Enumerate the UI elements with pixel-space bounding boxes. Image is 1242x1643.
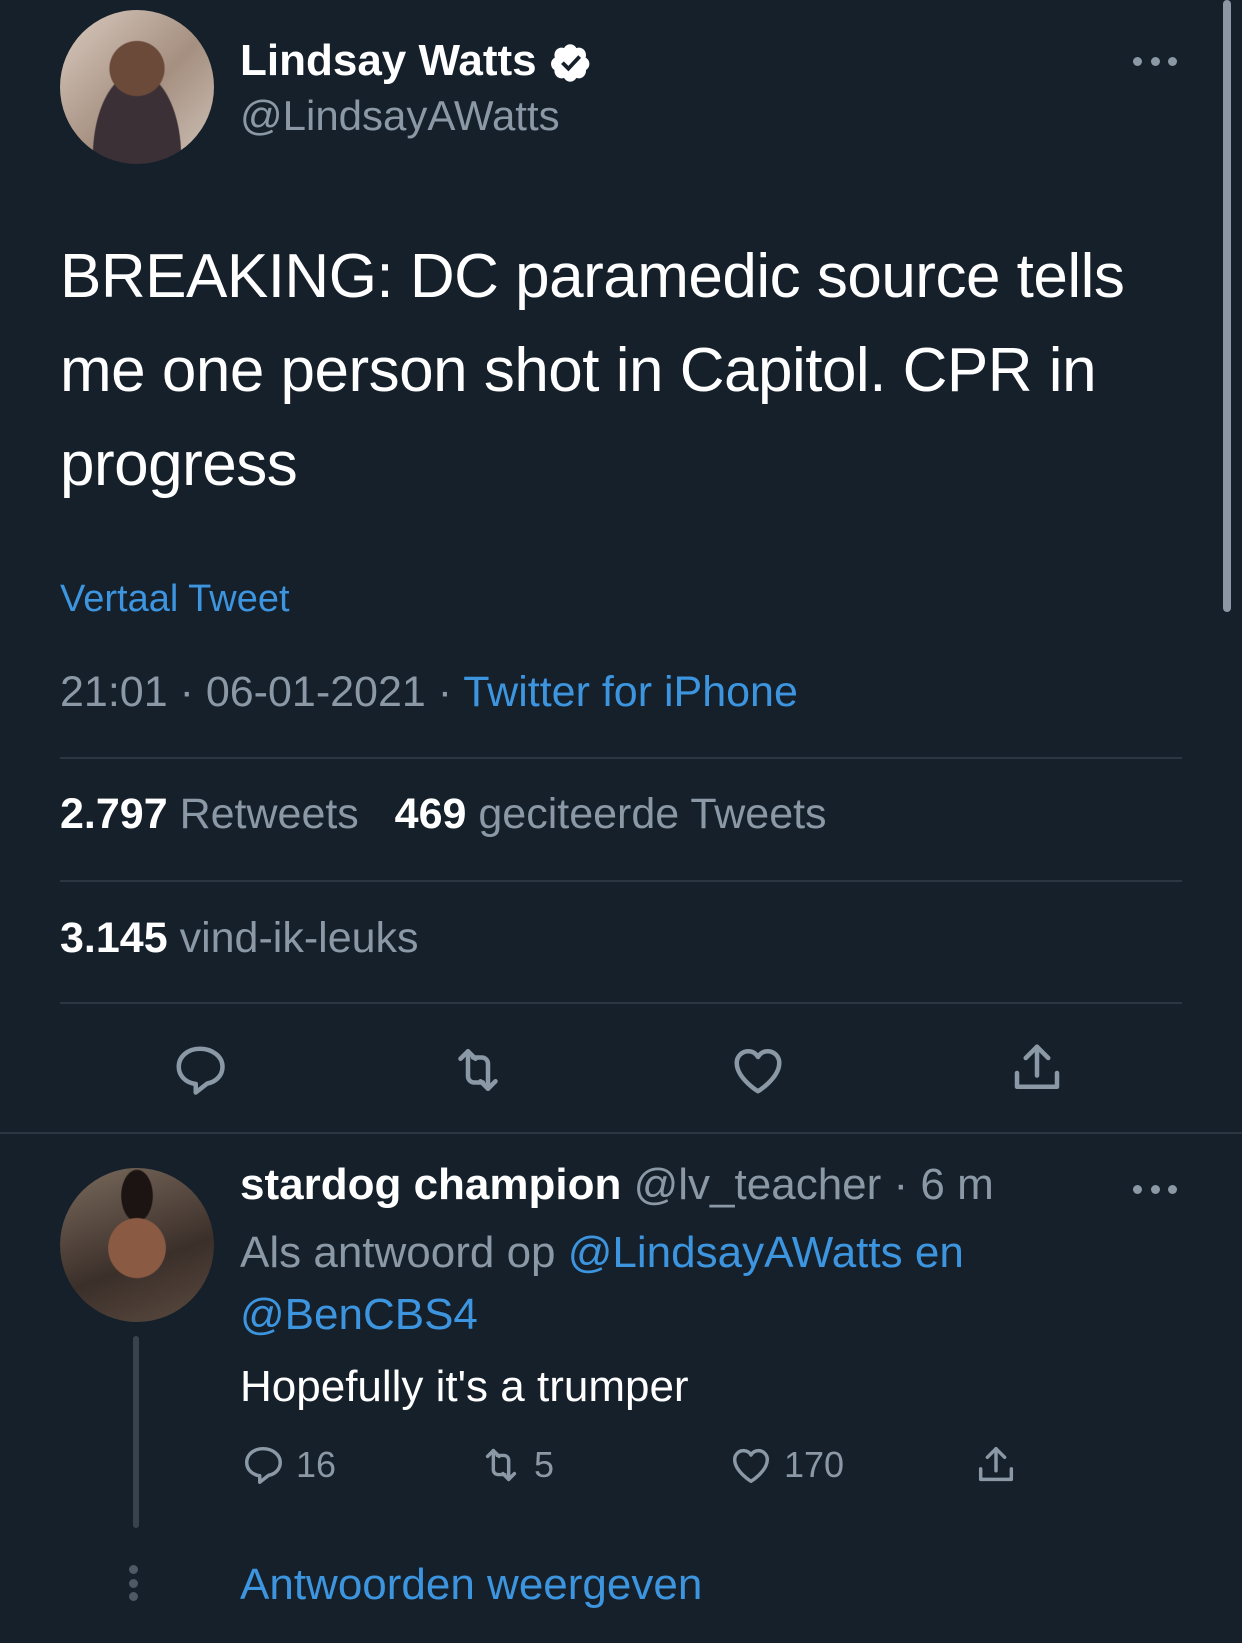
reply-like-button[interactable]: 170 [728,1442,844,1488]
more-replies-dots-icon [126,1565,140,1601]
reply-like-count: 170 [784,1444,845,1485]
reply-icon[interactable] [170,1040,230,1100]
mention-link[interactable]: @BenCBS4 [240,1290,478,1339]
reply-retweet-button[interactable]: 5 [478,1442,554,1488]
reply-retweet-count: 5 [534,1444,555,1485]
thread-line [133,1336,139,1528]
section-divider [0,1132,1242,1134]
replying-to: Als antwoord op @LindsayAWatts en @BenCB… [240,1222,1140,1346]
retweet-icon[interactable] [448,1040,508,1100]
reply-time: 6 m [920,1160,994,1209]
likes-stat[interactable]: 3.145 vind-ik-leuks [60,914,419,963]
divider [60,757,1182,759]
quotes-count: 469 [394,790,467,838]
author-avatar[interactable] [60,10,214,164]
tweet-source-link[interactable]: Twitter for iPhone [463,668,798,716]
reply-header: stardog champion @lv_teacher · 6 m [240,1160,994,1210]
quotes-stat[interactable]: 469 geciteerde Tweets [395,790,827,838]
like-heart-icon[interactable] [728,1040,788,1100]
retweet-icon [485,1448,517,1482]
tweet-meta: 21:01 · 06-01-2021 · Twitter for iPhone [60,668,798,717]
divider [60,1002,1182,1004]
reply-more-options-icon[interactable] [1133,1182,1177,1196]
reply-reply-count: 16 [296,1444,337,1485]
retweets-stat[interactable]: 2.797 Retweets [60,790,359,838]
reply-time-separator: · [893,1160,909,1209]
reply-text: Hopefully it's a trumper [240,1362,689,1411]
mention-conjunction[interactable]: en [915,1228,964,1277]
mention-link[interactable]: @LindsayAWatts [568,1228,903,1277]
show-replies-link[interactable]: Antwoorden weergeven [240,1560,702,1610]
tweet-date: 06-01-2021 [205,668,426,716]
more-options-icon[interactable] [1133,54,1177,68]
reply-icon [244,1446,282,1484]
reply-share-button[interactable] [973,1442,1019,1488]
author-name[interactable]: Lindsay Watts [240,36,537,86]
verified-badge-icon [551,44,590,82]
retweets-count: 2.797 [60,790,168,838]
tweet-time: 21:01 [60,668,168,716]
quotes-label: geciteerde Tweets [478,790,827,838]
author-handle[interactable]: @LindsayAWatts [240,92,560,140]
reply-reply-button[interactable]: 16 [240,1442,336,1488]
share-icon [978,1446,1014,1482]
like-heart-icon [732,1448,770,1484]
meta-separator: · [437,668,453,716]
reply-author-avatar[interactable] [60,1168,214,1322]
tweet-text: BREAKING: DC paramedic source tells me o… [60,242,1125,499]
reply-prefix: Als antwoord op [240,1228,556,1277]
meta-separator: · [179,668,194,716]
retweets-label: Retweets [179,790,359,838]
share-icon[interactable] [1007,1038,1067,1098]
likes-count: 3.145 [60,914,168,962]
reply-handle[interactable]: @lv_teacher [634,1160,882,1209]
reply-author-name[interactable]: stardog champion [240,1160,621,1209]
likes-label: vind-ik-leuks [179,914,419,962]
retweet-stats: 2.797 Retweets 469 geciteerde Tweets [60,790,827,839]
divider [60,880,1182,882]
translate-tweet-link[interactable]: Vertaal Tweet [60,578,290,621]
scrollbar[interactable] [1223,0,1231,612]
